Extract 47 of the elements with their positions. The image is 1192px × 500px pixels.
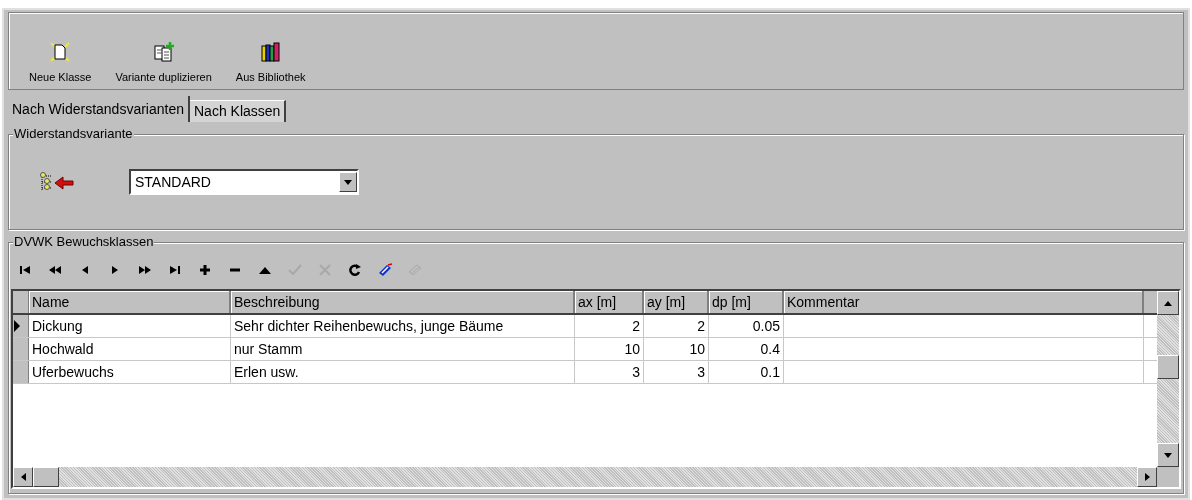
- table-cell: Uferbewuchs: [29, 361, 231, 383]
- rewind-icon[interactable]: [47, 263, 63, 277]
- current-row-icon: [13, 319, 21, 333]
- toolbar-button[interactable]: Neue Klasse: [25, 40, 96, 85]
- table-cell: 2: [644, 315, 709, 337]
- column-header[interactable]: Name: [29, 291, 231, 313]
- plus-icon[interactable]: [197, 263, 213, 277]
- column-header[interactable]: ax [m]: [575, 291, 644, 313]
- table-cell: 3: [575, 361, 644, 383]
- variant-dropdown[interactable]: STANDARD: [129, 169, 359, 195]
- table-cell: Sehr dichter Reihenbewuchs, junge Bäume: [231, 315, 575, 337]
- table-cell: 3: [644, 361, 709, 383]
- column-header[interactable]: ay [m]: [644, 291, 709, 313]
- table-cell: 0.05: [709, 315, 784, 337]
- table-cell: 10: [644, 338, 709, 360]
- scroll-down-icon[interactable]: [1157, 443, 1179, 467]
- table-cell: 2: [575, 315, 644, 337]
- tab[interactable]: Nach Klassen: [190, 100, 287, 122]
- scroll-left-icon[interactable]: [13, 467, 33, 487]
- vertical-scrollbar[interactable]: [1157, 291, 1179, 487]
- tag-icon[interactable]: [377, 263, 393, 277]
- table-cell: 0.4: [709, 338, 784, 360]
- fast-forward-icon[interactable]: [137, 263, 153, 277]
- table-cell: 0.1: [709, 361, 784, 383]
- table-cell: Erlen usw.: [231, 361, 575, 383]
- column-header[interactable]: Kommentar: [784, 291, 1144, 313]
- table-cell: 10: [575, 338, 644, 360]
- table-cell: nur Stamm: [231, 338, 575, 360]
- toolbar-button[interactable]: Variante duplizieren: [111, 40, 216, 85]
- column-header[interactable]: dp [m]: [709, 291, 784, 313]
- new-document-icon: [49, 40, 72, 63]
- scroll-up-icon[interactable]: [1157, 291, 1179, 315]
- scroll-thumb[interactable]: [33, 467, 59, 487]
- row-indicator[interactable]: [13, 315, 29, 337]
- table-cell: Dickung: [29, 315, 231, 337]
- scroll-right-icon[interactable]: [1137, 467, 1157, 487]
- books-icon: [259, 40, 282, 63]
- column-header[interactable]: Beschreibung: [231, 291, 575, 313]
- toolbar-button[interactable]: Aus Bibliothek: [231, 40, 310, 85]
- scrollbar-corner: [1157, 467, 1179, 487]
- scroll-thumb[interactable]: [1157, 355, 1179, 379]
- horizontal-scrollbar[interactable]: [13, 467, 1157, 487]
- table-cell: Hochwald: [29, 338, 231, 360]
- refresh-icon[interactable]: [347, 263, 363, 277]
- copy-documents-icon: [152, 40, 175, 63]
- last-record-icon[interactable]: [167, 263, 183, 277]
- first-record-icon[interactable]: [17, 263, 33, 277]
